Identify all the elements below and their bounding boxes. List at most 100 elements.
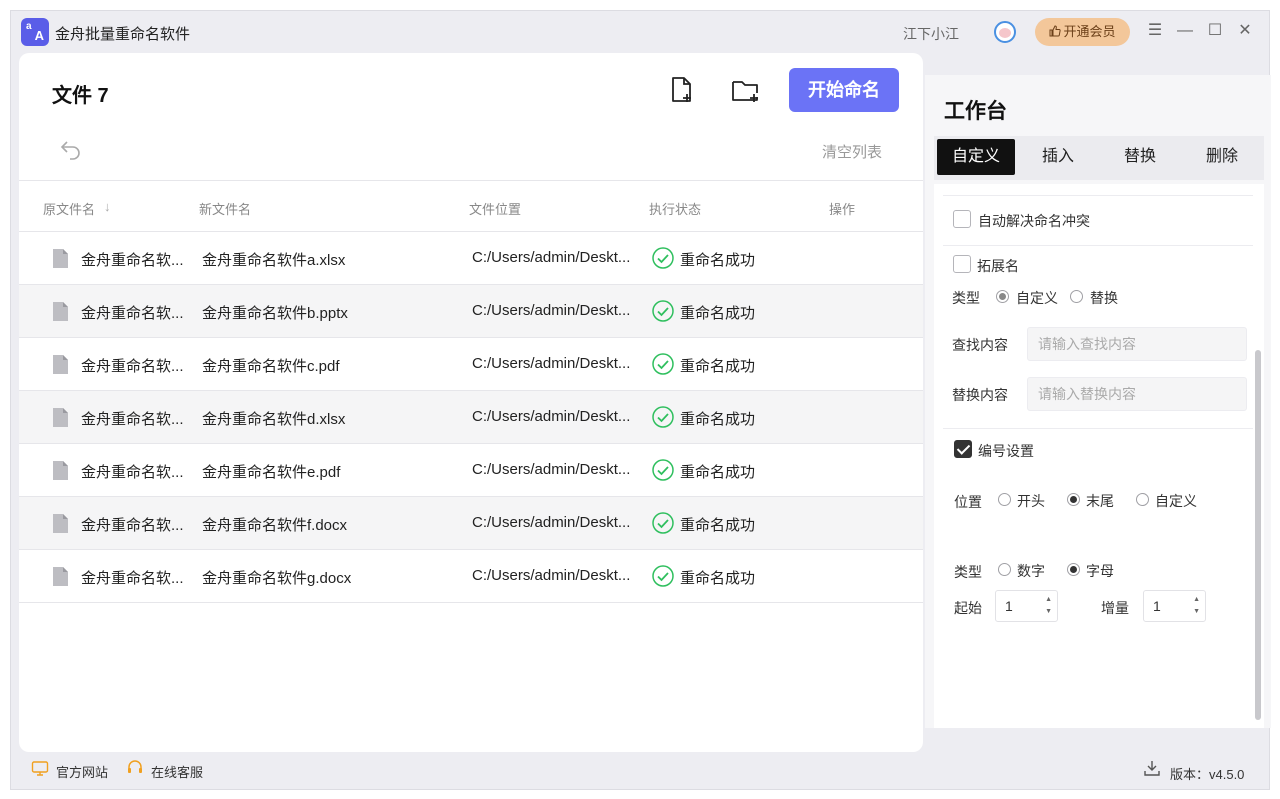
undo-icon[interactable] xyxy=(59,137,83,161)
avatar[interactable] xyxy=(994,21,1016,43)
thumbs-up-icon xyxy=(1049,25,1062,37)
extension-label: 拓展名 xyxy=(977,258,1019,274)
maximize-icon[interactable]: ☐ xyxy=(1205,21,1225,41)
close-icon[interactable]: ✕ xyxy=(1235,21,1255,41)
title-bar: a A 金舟批量重命名软件 江下小江 开通会员 ☰ — ☐ ✕ xyxy=(11,11,1271,53)
tab-insert[interactable]: 插入 xyxy=(1019,139,1097,175)
divider xyxy=(943,245,1253,246)
number-type-digit-radio[interactable] xyxy=(998,563,1011,576)
success-check-icon xyxy=(652,459,674,481)
status-cell: 重命名成功 xyxy=(680,411,756,428)
table-row[interactable]: 金舟重命名软... 金舟重命名软件d.xlsx C:/Users/admin/Des… xyxy=(19,391,923,444)
start-rename-button[interactable]: 开始命名 xyxy=(789,68,899,112)
extension-type-custom-radio[interactable] xyxy=(996,290,1009,303)
numbering-label: 编号设置 xyxy=(978,443,1034,459)
position-start-label: 开头 xyxy=(1017,493,1045,509)
workbench-panel: 工作台 自定义 插入 替换 删除 自动解决命名冲突 拓展名 类型 自定义 替换 … xyxy=(925,75,1271,728)
table-row[interactable]: 金舟重命名软... 金舟重命名软件g.docx C:/Users/admin/Des… xyxy=(19,550,923,603)
extension-type-replace-radio[interactable] xyxy=(1070,290,1083,303)
position-label: 位置 xyxy=(954,494,982,510)
number-type-letter-label: 字母 xyxy=(1086,563,1114,579)
column-actions: 操作 xyxy=(829,202,856,217)
find-content-label: 查找内容 xyxy=(952,337,1008,353)
download-icon[interactable] xyxy=(1143,759,1161,777)
vip-button[interactable]: 开通会员 xyxy=(1035,18,1130,46)
column-new-name: 新文件名 xyxy=(199,202,252,217)
file-icon xyxy=(53,408,68,427)
file-icon xyxy=(53,514,68,533)
file-count-title: 文件 7 xyxy=(52,85,109,107)
increment-value: 1 xyxy=(1153,598,1161,614)
numbering-checkbox[interactable] xyxy=(954,440,972,458)
file-icon xyxy=(53,461,68,480)
location-cell: C:/Users/admin/Deskt... xyxy=(472,355,631,372)
file-icon xyxy=(53,355,68,374)
sort-down-icon[interactable]: ↓ xyxy=(104,199,111,214)
official-site-link[interactable]: 官方网站 xyxy=(56,762,108,781)
app-title: 金舟批量重命名软件 xyxy=(55,26,191,43)
file-icon xyxy=(53,567,68,586)
increment-stepper[interactable]: 1 ▲ ▼ xyxy=(1143,590,1206,622)
location-cell: C:/Users/admin/Deskt... xyxy=(472,514,631,531)
new-name-cell: 金舟重命名软件d.xlsx xyxy=(202,411,346,428)
start-stepper[interactable]: 1 ▲ ▼ xyxy=(995,590,1058,622)
add-file-icon[interactable] xyxy=(669,76,695,104)
tab-delete[interactable]: 删除 xyxy=(1183,139,1261,175)
table-row[interactable]: 金舟重命名软... 金舟重命名软件e.pdf C:/Users/admin/Desk… xyxy=(19,444,923,497)
extension-type-custom-label: 自定义 xyxy=(1016,290,1058,306)
auto-resolve-conflict-checkbox[interactable] xyxy=(953,210,971,228)
replace-content-label: 替换内容 xyxy=(952,387,1008,403)
column-status: 执行状态 xyxy=(649,202,702,217)
logo-letter-large: A xyxy=(34,28,44,43)
position-start-radio[interactable] xyxy=(998,493,1011,506)
start-value: 1 xyxy=(1005,598,1013,614)
increment-up-icon[interactable]: ▲ xyxy=(1045,596,1052,603)
status-cell: 重命名成功 xyxy=(680,305,756,322)
original-name-cell: 金舟重命名软... xyxy=(81,358,184,375)
new-name-cell: 金舟重命名软件a.xlsx xyxy=(202,252,346,269)
add-folder-icon[interactable] xyxy=(731,76,761,104)
extension-type-replace-label: 替换 xyxy=(1090,290,1118,306)
location-cell: C:/Users/admin/Deskt... xyxy=(472,302,631,319)
success-check-icon xyxy=(652,406,674,428)
table-row[interactable]: 金舟重命名软... 金舟重命名软件a.xlsx C:/Users/admin/Des… xyxy=(19,232,923,285)
location-cell: C:/Users/admin/Deskt... xyxy=(472,567,631,584)
table-row[interactable]: 金舟重命名软... 金舟重命名软件f.docx C:/Users/admin/Des… xyxy=(19,497,923,550)
start-label: 起始 xyxy=(954,600,982,616)
table-header: 原文件名 ↓ 新文件名 文件位置 执行状态 操作 xyxy=(19,181,923,232)
table-row[interactable]: 金舟重命名软... 金舟重命名软件c.pdf C:/Users/admin/Desk… xyxy=(19,338,923,391)
headset-icon[interactable] xyxy=(126,759,144,777)
position-custom-radio[interactable] xyxy=(1136,493,1149,506)
divider xyxy=(943,428,1253,429)
vip-label: 开通会员 xyxy=(1063,24,1116,39)
minimize-icon[interactable]: — xyxy=(1175,21,1195,41)
decrement-down-icon[interactable]: ▼ xyxy=(1045,608,1052,615)
extension-type-label: 类型 xyxy=(952,290,980,306)
new-name-cell: 金舟重命名软件g.docx xyxy=(202,570,352,587)
original-name-cell: 金舟重命名软... xyxy=(81,411,184,428)
find-content-input[interactable]: 请输入查找内容 xyxy=(1027,327,1247,361)
app-window: a A 金舟批量重命名软件 江下小江 开通会员 ☰ — ☐ ✕ 文件 7 开始命… xyxy=(10,10,1271,790)
avatar-face-icon xyxy=(999,28,1011,38)
success-check-icon xyxy=(652,565,674,587)
settings-scrollbar[interactable] xyxy=(1255,350,1261,720)
number-type-letter-radio[interactable] xyxy=(1067,563,1080,576)
status-cell: 重命名成功 xyxy=(680,464,756,481)
replace-content-input[interactable]: 请输入替换内容 xyxy=(1027,377,1247,411)
column-original-name[interactable]: 原文件名 xyxy=(43,199,95,218)
tab-custom[interactable]: 自定义 xyxy=(937,139,1015,175)
position-end-radio[interactable] xyxy=(1067,493,1080,506)
status-cell: 重命名成功 xyxy=(680,570,756,587)
clear-list-button[interactable]: 清空列表 xyxy=(822,141,882,162)
username[interactable]: 江下小江 xyxy=(903,24,959,44)
table-row[interactable]: 金舟重命名软... 金舟重命名软件b.pptx C:/Users/admin/Des… xyxy=(19,285,923,338)
increment-up-icon[interactable]: ▲ xyxy=(1193,596,1200,603)
decrement-down-icon[interactable]: ▼ xyxy=(1193,608,1200,615)
settings-form: 自动解决命名冲突 拓展名 类型 自定义 替换 查找内容 请输入查找内容 替换内容… xyxy=(934,184,1264,728)
menu-icon[interactable]: ☰ xyxy=(1145,21,1165,41)
logo-letter-small: a xyxy=(26,21,32,32)
website-icon[interactable] xyxy=(31,759,49,777)
extension-checkbox[interactable] xyxy=(953,255,971,273)
online-service-link[interactable]: 在线客服 xyxy=(151,762,203,781)
tab-replace[interactable]: 替换 xyxy=(1101,139,1179,175)
